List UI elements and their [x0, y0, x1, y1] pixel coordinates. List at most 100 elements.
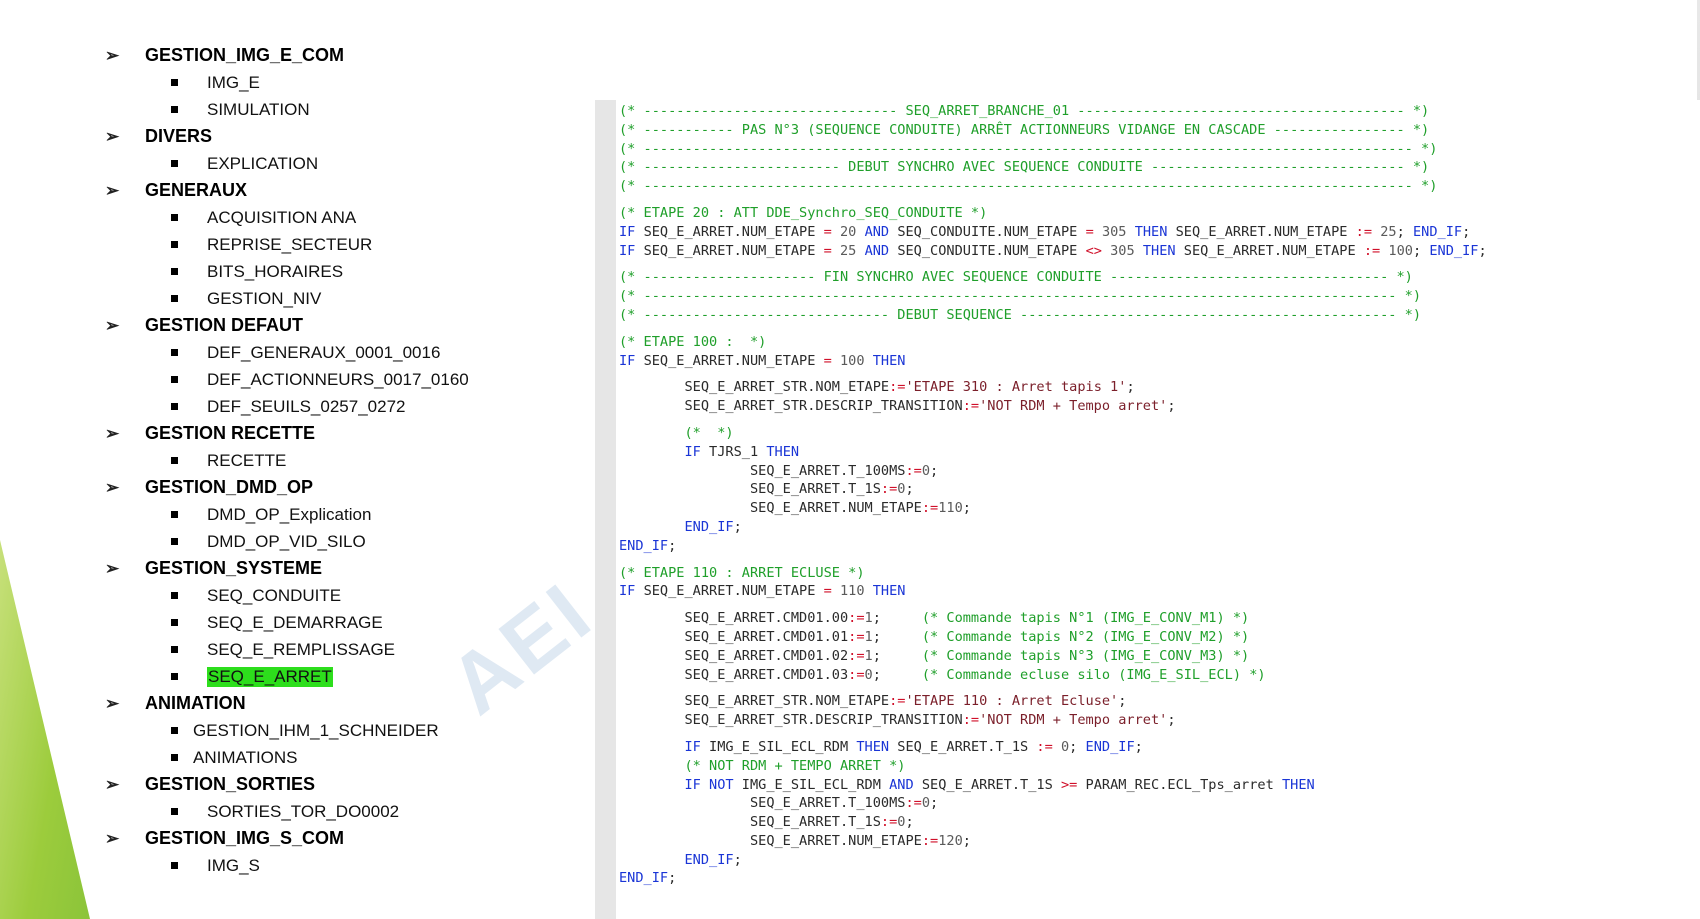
square-bullet-icon	[171, 160, 178, 167]
tree-group: ➢ GESTION_DMD_OP DMD_OP_Explication DMD_OP_…	[100, 474, 520, 555]
code-token: ;	[930, 795, 939, 812]
tree-item-label: SIMULATION	[207, 99, 310, 119]
tree-item[interactable]: IMG_E	[100, 69, 520, 96]
tree-item[interactable]: ANIMATIONS	[100, 744, 520, 771]
code-token: ;	[1069, 738, 1086, 755]
tree-item-label: DEF_GENERAUX_0001_0016	[207, 342, 441, 362]
tree-item[interactable]: DEF_ACTIONNEURS_0017_0160	[100, 366, 520, 393]
tree-group-label: GENERAUX	[145, 180, 248, 200]
code-token: 'ETAPE 110 : Arret Ecluse'	[905, 693, 1119, 710]
tree-item[interactable]: GESTION_IHM_1_SCHNEIDER	[100, 717, 520, 744]
code-line: SEQ_E_ARRET_STR.DESCRIP_TRANSITION:='NOT…	[619, 711, 1700, 730]
tree-item[interactable]: SEQ_E_DEMARRAGE	[100, 609, 520, 636]
tree-item[interactable]: IMG_S	[100, 852, 520, 879]
code-token: :=	[1363, 242, 1389, 259]
tree-item[interactable]: SEQ_E_REMPLISSAGE	[100, 636, 520, 663]
tree-group-header[interactable]: ➢ DIVERS	[100, 123, 520, 150]
code-token: 'NOT RDM + Tempo arret'	[979, 712, 1168, 729]
code-line: (* -------------------------------------…	[619, 140, 1700, 159]
code-token: END_IF	[1429, 242, 1479, 259]
tree-item[interactable]: RECETTE	[100, 447, 520, 474]
code-token: (* -------------------------------------…	[619, 140, 1438, 157]
tree-group-label: GESTION_IMG_S_COM	[145, 828, 345, 848]
code-token: ;	[668, 870, 677, 887]
tree-group-header[interactable]: ➢ GESTION_SYSTEME	[100, 555, 520, 582]
arrow-bullet-icon: ➢	[105, 45, 120, 65]
code-token: IMG_E_SIL_ECL_RDM	[709, 738, 857, 755]
code-token: ;	[733, 518, 742, 535]
code-line: SEQ_E_ARRET_STR.NOM_ETAPE:='ETAPE 110 : …	[619, 692, 1700, 711]
tree-item[interactable]: REPRISE_SECTEUR	[100, 231, 520, 258]
code-token: (* ------------------------ DEBUT SYNCHR…	[619, 159, 1430, 176]
tree-item[interactable]: BITS_HORAIRES	[100, 258, 520, 285]
code-token: ;	[1167, 712, 1176, 729]
code-token: AND	[864, 223, 898, 240]
tree-item[interactable]: DMD_OP_Explication	[100, 501, 520, 528]
code-token: AND	[864, 242, 898, 259]
tree-item[interactable]: DEF_SEUILS_0257_0272	[100, 393, 520, 420]
code-token: SEQ_E_ARRET.NUM_ETAPE	[1183, 242, 1364, 259]
tree-item[interactable]: SEQ_CONDUITE	[100, 582, 520, 609]
tree-group-header[interactable]: ➢ ANIMATION	[100, 690, 520, 717]
tree-item[interactable]: DEF_GENERAUX_0001_0016	[100, 339, 520, 366]
tree-group: ➢ DIVERS EXPLICATION	[100, 123, 520, 177]
code-token: 0	[1060, 738, 1070, 755]
tree-item[interactable]: GESTION_NIV	[100, 285, 520, 312]
code-listing: (* ------------------------------- SEQ_A…	[619, 102, 1700, 888]
code-line: SEQ_E_ARRET.CMD01.00:=1; (* Commande tap…	[619, 609, 1700, 628]
code-line: SEQ_E_ARRET.CMD01.02:=1; (* Commande tap…	[619, 647, 1700, 666]
code-line: END_IF;	[619, 518, 1700, 537]
tree-group-header[interactable]: ➢ GESTION DEFAUT	[100, 312, 520, 339]
tree-item-label-selected: SEQ_E_ARRET	[207, 666, 333, 687]
code-token: :=	[921, 832, 939, 849]
tree-item[interactable]: ACQUISITION ANA	[100, 204, 520, 231]
tree-item[interactable]: SEQ_E_ARRET	[100, 663, 520, 690]
arrow-bullet-icon: ➢	[105, 126, 120, 146]
code-line: IF TJRS_1 THEN	[619, 443, 1700, 462]
code-token: ;	[930, 462, 939, 479]
code-token: THEN	[872, 352, 906, 369]
code-token: (* ETAPE 20 : ATT DDE_Synchro_SEQ_CONDUI…	[619, 204, 988, 221]
tree-group-header[interactable]: ➢ GESTION_IMG_S_COM	[100, 825, 520, 852]
tree-item[interactable]: SORTIES_TOR_DO0002	[100, 798, 520, 825]
code-token: (* ------------------------------- SEQ_A…	[619, 103, 1430, 119]
tree-item-label: SEQ_CONDUITE	[207, 585, 342, 605]
code-token: IF	[619, 738, 710, 755]
code-token: :=	[848, 647, 865, 664]
code-token: IF NOT	[619, 776, 742, 793]
code-token: 100	[840, 352, 873, 369]
arrow-bullet-icon: ➢	[105, 774, 120, 794]
code-token: IF	[619, 583, 644, 600]
code-token: ;	[1412, 242, 1430, 259]
code-token: 120	[938, 832, 963, 849]
tree-item[interactable]: DMD_OP_VID_SILO	[100, 528, 520, 555]
square-bullet-icon	[171, 403, 178, 410]
code-token: SEQ_E_ARRET.NUM_ETAPE	[643, 583, 824, 600]
tree-group-header[interactable]: ➢ GESTION_IMG_E_COM	[100, 42, 520, 69]
tree-group: ➢ GENERAUX ACQUISITION ANA REPRISE_SECTEUR B…	[100, 177, 520, 312]
code-line: (* ETAPE 20 : ATT DDE_Synchro_SEQ_CONDUI…	[619, 204, 1700, 223]
code-token: 100	[1388, 242, 1413, 259]
code-token: IF	[619, 223, 644, 240]
code-line: IF SEQ_E_ARRET.NUM_ETAPE = 110 THEN	[619, 582, 1700, 601]
code-token: (* Commande tapis N°2 (IMG_E_CONV_M2) *)	[921, 628, 1250, 645]
tree-item[interactable]: SIMULATION	[100, 96, 520, 123]
tree-group-label: GESTION DEFAUT	[145, 315, 304, 335]
tree-group-header[interactable]: ➢ GENERAUX	[100, 177, 520, 204]
code-token: (* ------------------------------ DEBUT …	[619, 306, 1422, 323]
section-tree: ➢ GESTION_IMG_E_COM IMG_E SIMULATION ➢ DIVERS…	[100, 42, 520, 879]
tree-item-label: BITS_HORAIRES	[207, 261, 344, 281]
code-line: (* ----------- PAS N°3 (SEQUENCE CONDUIT…	[619, 121, 1700, 140]
tree-group-header[interactable]: ➢ GESTION_SORTIES	[100, 771, 520, 798]
tree-group-header[interactable]: ➢ GESTION_DMD_OP	[100, 474, 520, 501]
code-token: ;	[1167, 398, 1176, 415]
code-token: SEQ_E_ARRET.CMD01.02	[619, 647, 849, 664]
code-token: :=	[848, 666, 865, 683]
tree-group-header[interactable]: ➢ GESTION RECETTE	[100, 420, 520, 447]
code-line: IF IMG_E_SIL_ECL_RDM THEN SEQ_E_ARRET.T_…	[619, 738, 1700, 757]
tree-item[interactable]: EXPLICATION	[100, 150, 520, 177]
square-bullet-icon	[171, 214, 178, 221]
code-editor: (* ------------------------------- SEQ_A…	[595, 100, 1700, 919]
code-token: ;	[1118, 693, 1127, 710]
arrow-bullet-icon: ➢	[105, 423, 120, 443]
